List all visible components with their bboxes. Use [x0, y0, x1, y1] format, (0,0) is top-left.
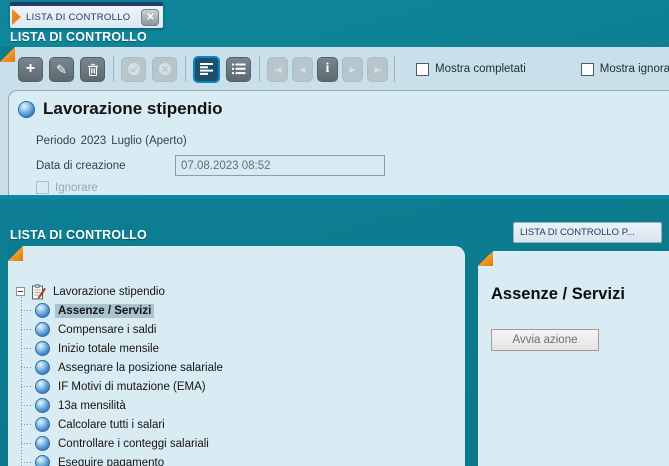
toolbar-separator [185, 56, 186, 82]
app-window: LISTA DI CONTROLLO ✕ LISTA DI CONTROLLO … [0, 0, 669, 466]
view-list-button[interactable] [226, 56, 251, 82]
tree-item-label: Calcolare tutti i salari [58, 418, 165, 431]
start-action-button[interactable]: Avvia azione [491, 329, 599, 351]
detail-panel: Lavorazione stipendio Periodo 2023 Lugli… [8, 90, 669, 195]
task-sphere-icon [35, 322, 50, 337]
check-circle-icon [127, 62, 141, 76]
tree-item-label: Compensare i saldi [58, 323, 157, 336]
go-previous-button: ◀ [292, 56, 313, 82]
task-sphere-icon [35, 360, 50, 375]
tree-item-label: IF Motivi di mutazione (EMA) [58, 380, 206, 393]
toolbar-buttons: + ✎ |◀ ◀ i ▶ ▶| [18, 55, 392, 83]
period-text: Periodo 2023 Luglio (Aperto) [36, 135, 187, 147]
show-ignored-label: Mostra ignorati [599, 63, 669, 75]
task-sphere-icon [35, 303, 50, 318]
tree-item-label: Assegnare la posizione salariale [58, 361, 223, 374]
pennant-icon [12, 9, 21, 25]
go-first-button: |◀ [267, 56, 288, 82]
tree-item-label: Controllare i conteggi salariali [58, 437, 209, 450]
plus-icon: + [25, 60, 36, 77]
align-left-icon [199, 63, 214, 75]
tree-item[interactable]: Eseguire pagamento [21, 453, 226, 466]
previous-icon: ◀ [299, 64, 306, 74]
section-title-lower: LISTA DI CONTROLLO [10, 228, 147, 242]
tree-item[interactable]: Assenze / Servizi [21, 301, 226, 320]
toolbar: + ✎ |◀ ◀ i ▶ ▶| Mostra completati Mostra ignor… [18, 55, 669, 83]
action-panel: Assenze / Servizi Avvia azione [478, 251, 669, 466]
tree-root-label: Lavorazione stipendio [53, 285, 165, 298]
document-tab[interactable]: LISTA DI CONTROLLO ✕ [10, 2, 164, 28]
section-title-top: LISTA DI CONTROLLO [10, 30, 147, 44]
tree-root[interactable]: Lavorazione stipendio [16, 282, 226, 301]
tree-children: Assenze / Servizi Compensare i saldi Inizi… [21, 297, 226, 466]
trash-icon [87, 63, 99, 76]
view-details-button[interactable] [193, 55, 220, 83]
period-label: Periodo [36, 135, 76, 147]
first-icon: |◀ [274, 64, 281, 74]
tree-item-label: Inizio totale mensile [58, 342, 159, 355]
info-button[interactable]: i [317, 56, 338, 82]
go-last-button: ▶| [367, 56, 388, 82]
tree-item[interactable]: 13a mensilità [21, 396, 226, 415]
checkbox-box-icon [416, 62, 429, 76]
corner-fold-icon [8, 246, 23, 261]
next-icon: ▶ [349, 64, 356, 74]
tree-item-label: 13a mensilità [58, 399, 126, 412]
tree-item[interactable]: Calcolare tutti i salari [21, 415, 226, 434]
tree-item[interactable]: Inizio totale mensile [21, 339, 226, 358]
corner-fold-icon [0, 47, 15, 62]
checkbox-box-icon [580, 62, 594, 76]
show-completed-label: Mostra completati [435, 63, 526, 75]
tree-item-label: Assenze / Servizi [55, 303, 155, 318]
tree-item[interactable]: Compensare i saldi [21, 320, 226, 339]
creation-date-input[interactable] [175, 155, 385, 176]
collapse-icon[interactable] [16, 287, 25, 296]
close-icon[interactable]: ✕ [141, 8, 160, 26]
tree-item[interactable]: IF Motivi di mutazione (EMA) [21, 377, 226, 396]
ignore-checkbox[interactable]: Ignorare [36, 181, 98, 194]
task-sphere-icon [35, 398, 50, 413]
delete-button[interactable] [80, 56, 105, 82]
period-value: Luglio (Aperto) [111, 135, 187, 147]
task-sphere-icon [35, 379, 50, 394]
mark-completed-button [121, 56, 146, 82]
toolbar-separator [259, 56, 260, 82]
last-icon: ▶| [374, 64, 381, 74]
content-area: + ✎ |◀ ◀ i ▶ ▶| Mostra completati Mostra ignor… [0, 47, 669, 199]
task-sphere-icon [35, 417, 50, 432]
checklist-icon [32, 283, 46, 299]
edit-button[interactable]: ✎ [49, 56, 74, 82]
tree-item[interactable]: Controllare i conteggi salariali [21, 434, 226, 453]
corner-fold-icon [478, 251, 493, 266]
toolbar-separator [113, 56, 114, 82]
go-next-button: ▶ [342, 56, 363, 82]
status-sphere-icon [18, 100, 35, 118]
add-button[interactable]: + [18, 56, 43, 82]
pencil-icon: ✎ [56, 61, 67, 77]
checklist-tree-panel: Lavorazione stipendio Assenze / Servizi C… [8, 246, 465, 466]
show-ignored-checkbox[interactable]: Mostra ignorati [580, 62, 669, 76]
right-panel-tab[interactable]: LISTA DI CONTROLLO P... [513, 222, 662, 243]
creation-date-label: Data di creazione [36, 159, 126, 172]
mark-cancelled-button [152, 56, 177, 82]
show-completed-checkbox[interactable]: Mostra completati [416, 62, 526, 76]
tree-item[interactable]: Assegnare la posizione salariale [21, 358, 226, 377]
ignore-label: Ignorare [55, 181, 98, 194]
period-year: 2023 [80, 135, 107, 147]
checkbox-box-icon [36, 181, 49, 194]
action-panel-title: Assenze / Servizi [491, 285, 625, 303]
task-sphere-icon [35, 455, 50, 466]
task-sphere-icon [35, 341, 50, 356]
tree-item-label: Eseguire pagamento [58, 456, 165, 466]
document-tab-label: LISTA DI CONTROLLO [26, 11, 131, 23]
info-icon: i [325, 61, 330, 76]
checklist-tree: Lavorazione stipendio Assenze / Servizi C… [16, 282, 226, 466]
detail-title: Lavorazione stipendio [43, 99, 223, 118]
task-sphere-icon [35, 436, 50, 451]
x-circle-icon [158, 62, 172, 76]
toolbar-separator [394, 56, 395, 82]
bullet-list-icon [231, 63, 246, 75]
